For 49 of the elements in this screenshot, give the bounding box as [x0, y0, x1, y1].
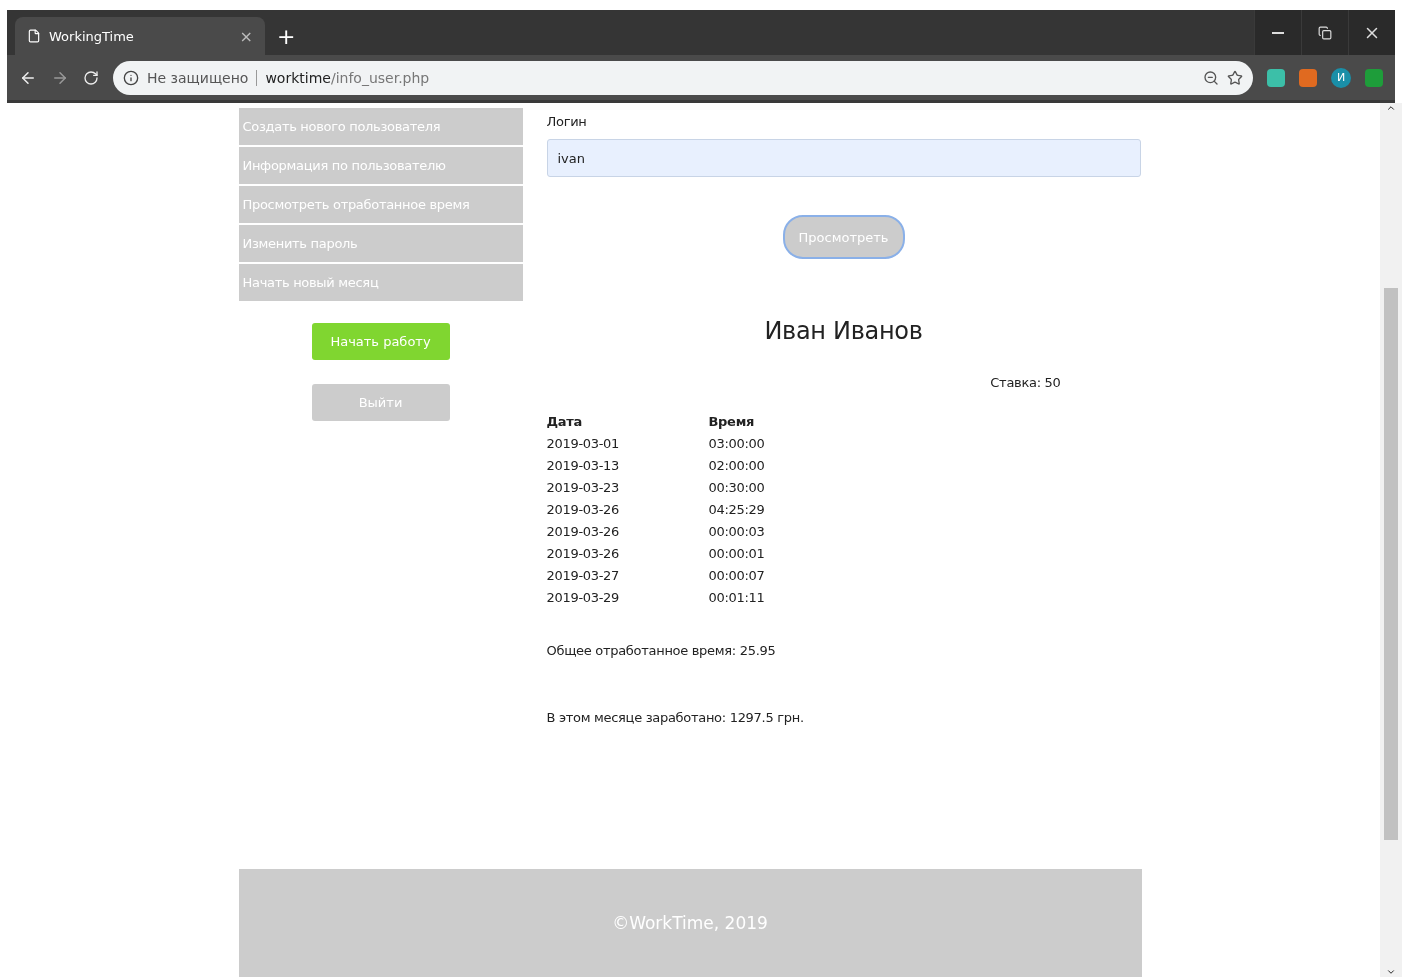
total-time-text: Общее отработанное время: 25.95: [546, 643, 777, 658]
address-bar[interactable]: Не защищено worktime/info_user.php: [113, 60, 1253, 95]
tab-close-button[interactable]: ×: [239, 26, 253, 46]
table-cell-text: 02:00:00: [708, 458, 766, 473]
table-cell-text: 00:00:01: [708, 546, 766, 561]
info-icon[interactable]: [123, 69, 139, 86]
table-cell-text: 2019-03-27: [546, 568, 621, 583]
extension-icon[interactable]: [1267, 68, 1285, 87]
scroll-down-icon[interactable]: [1386, 967, 1396, 977]
start-work-button[interactable]: Начать работу: [311, 323, 450, 360]
reload-icon[interactable]: [83, 69, 99, 86]
extension-icon[interactable]: [1365, 68, 1383, 87]
restore-button[interactable]: [1301, 10, 1348, 55]
earned-text: В этом месяце заработано: 1297.5 грн.: [546, 710, 805, 725]
scrollbar[interactable]: [1380, 103, 1402, 977]
table-cell-text: 2019-03-13: [546, 458, 621, 473]
table-cell-text: 2019-03-29: [546, 590, 621, 605]
column-header: Дата: [546, 414, 583, 429]
scroll-up-icon[interactable]: [1386, 103, 1396, 113]
login-label: Логин: [546, 114, 588, 129]
table-cell-text: 2019-03-23: [546, 480, 621, 495]
table-cell-text: 2019-03-26: [546, 502, 621, 517]
table-cell-text: 00:00:03: [708, 524, 766, 539]
bookmark-star-icon[interactable]: [1227, 69, 1243, 86]
restore-icon: [1318, 25, 1332, 40]
table-cell-text: 00:01:11: [708, 590, 766, 605]
table-cell-text: 04:25:29: [708, 502, 766, 517]
table-cell-text: 00:30:00: [708, 480, 766, 495]
table-cell-text: 03:00:00: [708, 436, 766, 451]
new-tab-button[interactable]: +: [277, 24, 296, 49]
close-button[interactable]: [1348, 10, 1395, 55]
table-cell-text: 00:00:07: [708, 568, 766, 583]
login-field[interactable]: ivan: [546, 139, 1141, 177]
profile-avatar[interactable]: И: [1331, 67, 1351, 88]
table-cell-text: 2019-03-01: [546, 436, 621, 451]
table-cell-text: 2019-03-26: [546, 546, 621, 561]
browser-tab[interactable]: WorkingTime ×: [15, 17, 265, 55]
scrollbar-thumb[interactable]: [1384, 288, 1398, 840]
table-cell-text: 2019-03-26: [546, 524, 621, 539]
user-name: Иван Иванов: [764, 317, 923, 345]
zoom-out-icon[interactable]: [1203, 69, 1219, 86]
rate-text: Ставка: 50: [990, 375, 1061, 390]
url-text: worktime/info_user.php: [265, 69, 430, 86]
minimize-icon: [1272, 31, 1284, 34]
page-icon: [27, 29, 41, 43]
column-header: Время: [708, 414, 755, 429]
tab-title: WorkingTime: [49, 28, 135, 44]
extension-icon[interactable]: [1299, 68, 1317, 87]
security-label: Не защищено: [147, 69, 258, 86]
